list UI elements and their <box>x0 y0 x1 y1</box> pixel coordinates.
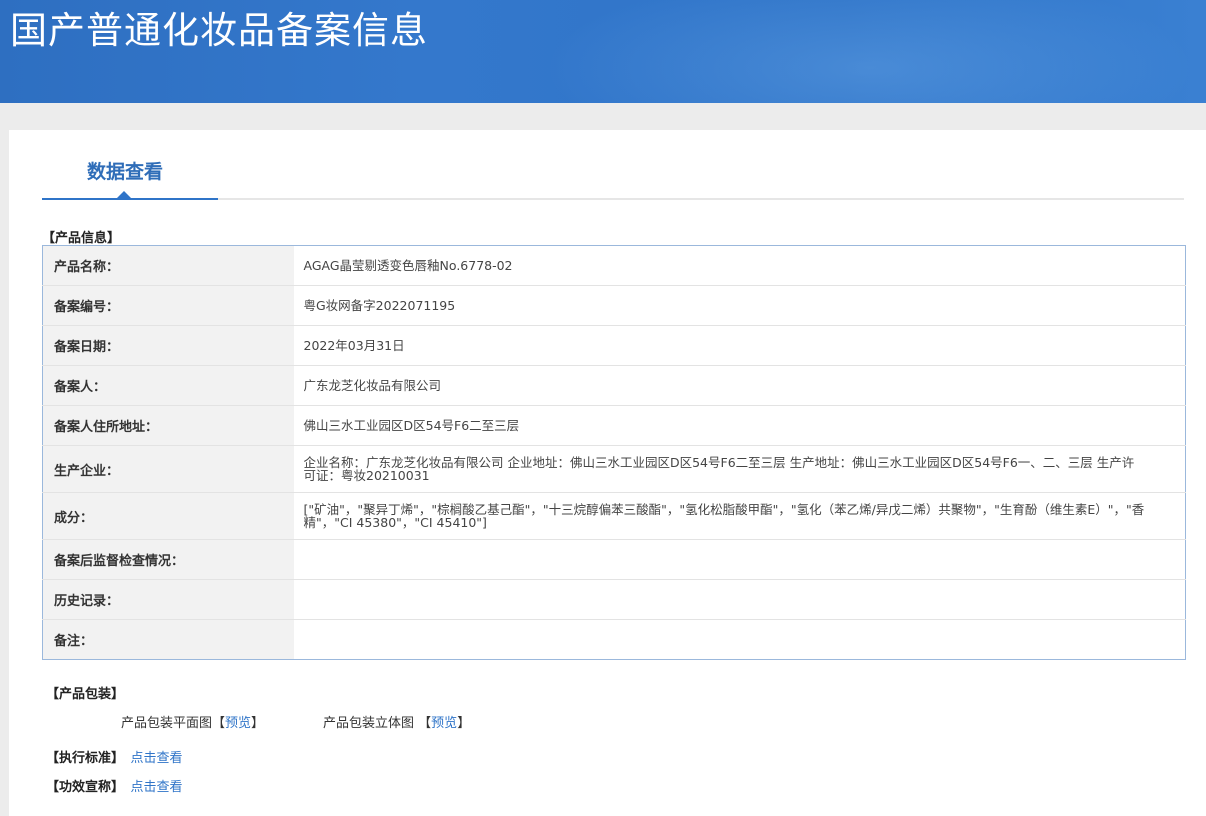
caret-up-icon <box>117 191 131 198</box>
row-label: 备案人： <box>42 365 294 406</box>
preview-flat-link[interactable]: 预览 <box>225 716 251 731</box>
standard-view-link[interactable]: 点击查看 <box>131 751 183 766</box>
bracket-open: 【 <box>212 716 226 731</box>
table-row: 备注： <box>42 619 1186 660</box>
section-title-packaging: 【产品包装】 <box>46 687 125 702</box>
efficacy-row: 【功效宣称】 点击查看 <box>46 776 183 795</box>
table-row: 生产企业： 企业名称：广东龙芝化妆品有限公司 企业地址：佛山三水工业园区D区54… <box>42 445 1186 493</box>
page-header: 国产普通化妆品备案信息 <box>0 0 1206 103</box>
table-row: 备案人： 广东龙芝化妆品有限公司 <box>42 365 1186 406</box>
section-title-efficacy: 【功效宣称】 <box>46 780 125 795</box>
row-label: 成分： <box>42 492 294 540</box>
row-value: 2022年03月31日 <box>293 325 1186 366</box>
page-title: 国产普通化妆品备案信息 <box>10 9 428 52</box>
table-row: 备案后监督检查情况： <box>42 539 1186 580</box>
row-label: 备案编号： <box>42 285 294 326</box>
row-value: 粤G妆网备字2022071195 <box>293 285 1186 326</box>
row-label: 产品名称： <box>42 245 294 286</box>
packaging-flat-label: 产品包装平面图 <box>121 716 213 731</box>
section-title-standard: 【执行标准】 <box>46 751 125 766</box>
packaging-stereo-label: 产品包装立体图 <box>323 716 415 731</box>
tab-data-view[interactable]: 数据查看 <box>87 157 163 184</box>
row-label: 生产企业： <box>42 445 294 493</box>
packaging-stereo-item: 产品包装立体图 【预览】 <box>323 712 470 731</box>
bracket-open: 【 <box>418 716 432 731</box>
row-value: 佛山三水工业园区D区54号F6二至三层 <box>293 405 1186 446</box>
tab-active-underline <box>42 198 218 200</box>
row-label: 备注： <box>42 619 294 660</box>
row-value: 企业名称：广东龙芝化妆品有限公司 企业地址：佛山三水工业园区D区54号F6二至三… <box>293 445 1186 493</box>
row-value <box>293 579 1186 620</box>
row-value <box>294 620 1186 660</box>
row-value: ["矿油"，"聚异丁烯"，"棕榈酸乙基己酯"，"十三烷醇偏苯三酸酯"，"氢化松脂… <box>293 492 1186 540</box>
preview-stereo-link[interactable]: 预览 <box>431 716 457 731</box>
table-row: 备案编号： 粤G妆网备字2022071195 <box>42 285 1186 326</box>
table-row: 成分： ["矿油"，"聚异丁烯"，"棕榈酸乙基己酯"，"十三烷醇偏苯三酸酯"，"… <box>42 492 1186 540</box>
bracket-close: 】 <box>251 716 265 731</box>
product-info-table: 产品名称： AGAG晶莹剔透变色唇釉No.6778-02 备案编号： 粤G妆网备… <box>42 245 1186 660</box>
bracket-close: 】 <box>457 716 471 731</box>
row-label: 备案后监督检查情况： <box>42 539 294 580</box>
table-row: 历史记录： <box>42 579 1186 620</box>
efficacy-view-link[interactable]: 点击查看 <box>131 780 183 795</box>
header-glow <box>520 0 1206 103</box>
row-value: 广东龙芝化妆品有限公司 <box>293 365 1186 406</box>
row-label: 备案日期： <box>42 325 294 366</box>
main-panel: 数据查看 【产品信息】 产品名称： AGAG晶莹剔透变色唇釉No.6778-02… <box>9 130 1206 816</box>
standard-row: 【执行标准】 点击查看 <box>46 747 183 766</box>
row-value <box>293 539 1186 580</box>
row-label: 备案人住所地址： <box>42 405 294 446</box>
packaging-flat-item: 产品包装平面图【预览】 <box>121 712 264 731</box>
section-title-product-info: 【产品信息】 <box>42 231 121 246</box>
row-label: 历史记录： <box>42 579 294 620</box>
row-value: AGAG晶莹剔透变色唇釉No.6778-02 <box>293 245 1186 286</box>
table-row: 备案人住所地址： 佛山三水工业园区D区54号F6二至三层 <box>42 405 1186 446</box>
table-row: 产品名称： AGAG晶莹剔透变色唇釉No.6778-02 <box>42 245 1186 286</box>
table-row: 备案日期： 2022年03月31日 <box>42 325 1186 366</box>
